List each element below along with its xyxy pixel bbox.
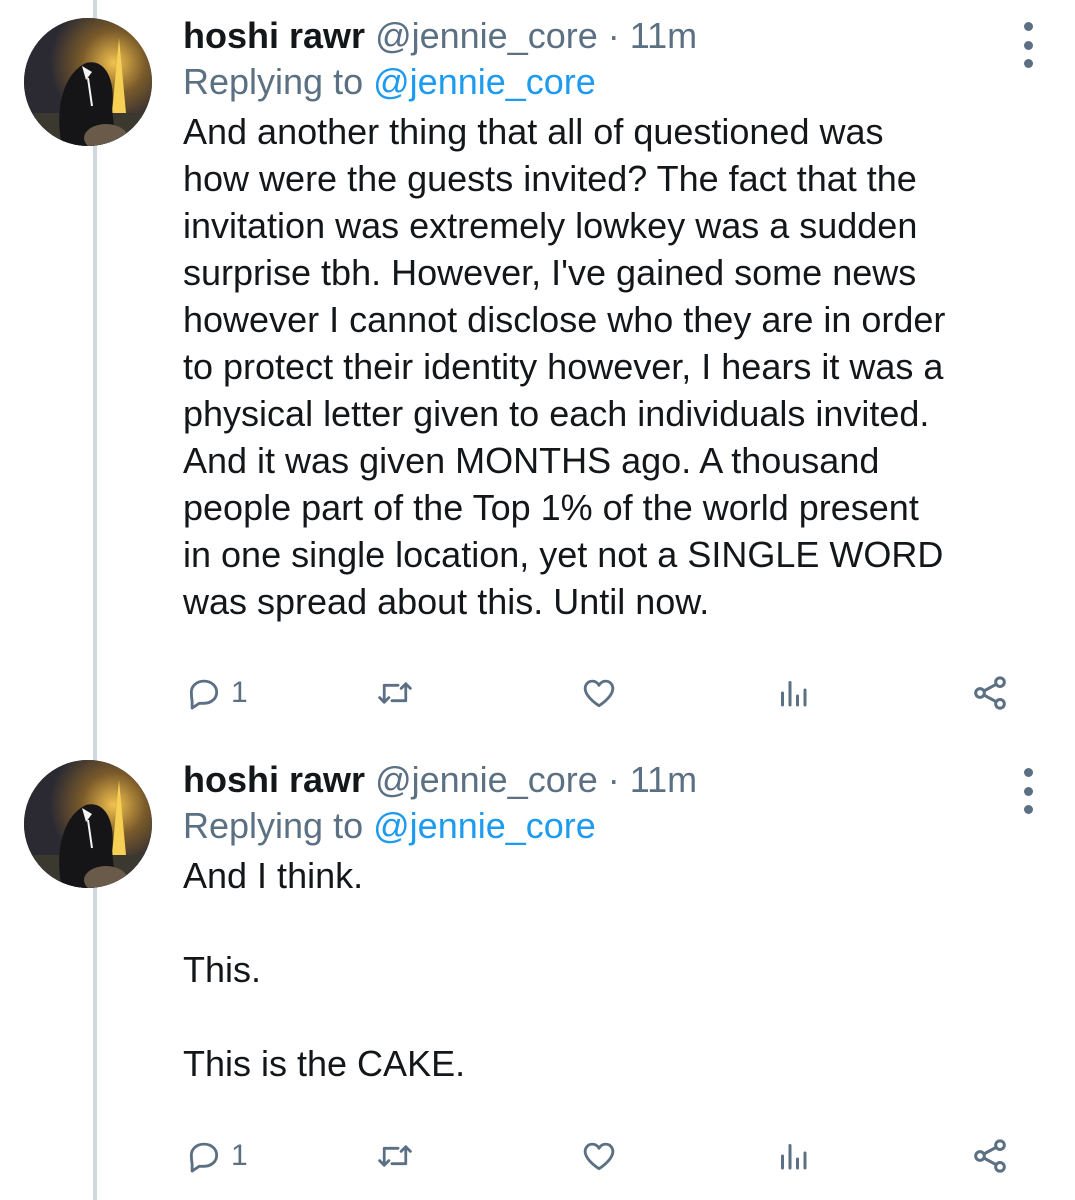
tweet-body: hoshi rawr @jennie_core · 11m Replying t… [183,14,1035,625]
views-button[interactable] [775,673,811,713]
reply-icon [189,679,219,710]
tweet-actions: 1 [185,673,1015,713]
views-icon [781,1144,807,1170]
timestamp[interactable]: 11m [630,15,697,56]
views-icon [781,681,807,707]
avatar[interactable] [24,18,152,146]
display-name[interactable]: hoshi rawr [183,759,365,800]
user-handle[interactable]: @jennie_core [375,15,598,56]
tweet-thread: hoshi rawr @jennie_core · 11m Replying t… [0,0,1075,1200]
share-button[interactable] [970,1136,1010,1176]
tweet-paragraph: This is the CAKE. [183,1043,466,1084]
reply-count: 1 [231,676,248,709]
replying-to-handle-link[interactable]: @jennie_core [373,61,596,102]
tweet[interactable]: hoshi rawr @jennie_core · 11m Replying t… [0,730,1075,1200]
tweet-header: hoshi rawr @jennie_core · 11m [183,758,1035,802]
reply-button[interactable]: 1 [185,673,248,713]
tweet[interactable]: hoshi rawr @jennie_core · 11m Replying t… [0,0,1075,730]
reply-count: 1 [231,1139,248,1172]
replying-to-label: Replying to [183,805,364,846]
tweet-paragraph: And another thing that all of questioned… [183,111,946,622]
retweet-icon [378,1145,412,1167]
timestamp[interactable]: 11m [630,759,697,800]
share-icon [974,676,1006,710]
reply-button[interactable]: 1 [185,1136,248,1176]
reply-icon [189,1142,219,1173]
tweet-paragraph: And I think. [183,855,364,896]
share-button[interactable] [970,673,1010,713]
tweet-text: And I think. This. This is the CAKE. [183,852,1035,1087]
replying-to-handle-link[interactable]: @jennie_core [373,805,596,846]
replying-to-label: Replying to [183,61,364,102]
display-name[interactable]: hoshi rawr [183,15,365,56]
replying-to: Replying to @jennie_core [183,804,1035,848]
tweet-text: And another thing that all of questioned… [183,108,1035,625]
replying-to: Replying to @jennie_core [183,60,1035,104]
views-button[interactable] [775,1136,811,1176]
tweet-body: hoshi rawr @jennie_core · 11m Replying t… [183,758,1035,1087]
separator: · [607,15,620,56]
like-button[interactable] [580,1136,618,1176]
retweet-icon [378,682,412,704]
share-icon [974,1139,1006,1173]
like-button[interactable] [580,673,618,713]
tweet-header: hoshi rawr @jennie_core · 11m [183,14,1035,58]
user-handle[interactable]: @jennie_core [375,759,598,800]
separator: · [607,759,620,800]
like-icon [583,679,615,708]
tweet-actions: 1 [185,1136,1015,1176]
avatar[interactable] [24,760,152,888]
tweet-paragraph: This. [183,949,262,990]
retweet-button[interactable] [375,673,415,713]
retweet-button[interactable] [375,1136,415,1176]
like-icon [583,1142,615,1171]
